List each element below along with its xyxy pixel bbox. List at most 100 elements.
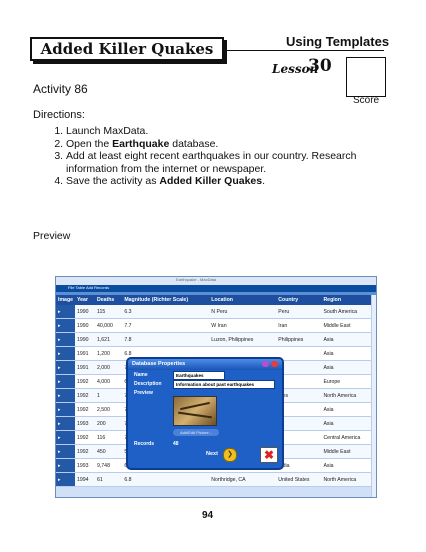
dialog-window-buttons — [262, 361, 278, 367]
grid-column-header: Deaths — [94, 295, 123, 305]
description-field: Information about past earthquakes — [173, 380, 275, 389]
grid-cell: 2,500 — [94, 402, 123, 417]
grid-cell: Northridge, CA — [209, 472, 277, 487]
row-selector: ▸ — [56, 402, 75, 417]
grid-column-header: Image — [56, 295, 75, 305]
row-selector: ▸ — [56, 472, 75, 487]
row-selector: ▸ — [56, 346, 75, 361]
grid-cell: Philippines — [276, 332, 322, 347]
grid-cell: North America — [321, 388, 374, 403]
worksheet-title: Added Killer Quakes — [30, 37, 224, 61]
window-menubar: File Table Add Records — [56, 285, 376, 292]
activity-number: Activity 86 — [33, 82, 88, 96]
grid-cell: Central America — [321, 430, 374, 445]
table-row: ▸ 1990 115 6.3 N Peru Peru South America — [56, 305, 374, 319]
grid-cell: 1993 — [75, 416, 95, 431]
grid-cell: 200 — [94, 416, 123, 431]
earthquake-photo — [173, 396, 217, 426]
grid-cell: 4,000 — [94, 374, 123, 389]
grid-cell: Asia — [321, 332, 374, 347]
grid-column-header: Country — [276, 295, 322, 305]
menu-items: File Table Add Records — [68, 285, 110, 290]
close-icon — [271, 361, 278, 367]
row-selector: ▸ — [56, 388, 75, 403]
score-label: Score — [353, 95, 380, 106]
name-label: Name — [134, 372, 148, 378]
step-2-bold: Earthquake — [112, 137, 170, 150]
grid-cell: Asia — [321, 346, 374, 361]
grid-cell: 1991 — [75, 346, 95, 361]
grid-cell: 115 — [94, 305, 123, 319]
grid-cell: Middle East — [321, 318, 374, 333]
page-number: 94 — [202, 510, 214, 521]
header-rule — [224, 50, 384, 51]
grid-cell: 1992 — [75, 388, 95, 403]
grid-column-header: Region — [321, 295, 374, 305]
grid-cell: Asia — [321, 458, 374, 473]
grid-cell: 1992 — [75, 444, 95, 459]
grid-header-row: Image Year Deaths Magnitude (Richter Scale)… — [56, 295, 374, 305]
grid-cell: Asia — [321, 416, 374, 431]
grid-cell: 1990 — [75, 332, 95, 347]
grid-cell: 7.8 — [122, 332, 210, 347]
database-properties-dialog: Database Properties Name Earthquakes Des… — [126, 357, 284, 470]
grid-cell: 61 — [94, 472, 123, 487]
grid-cell: 1992 — [75, 402, 95, 417]
grid-cell: 1992 — [75, 430, 95, 445]
grid-cell: 116 — [94, 430, 123, 445]
grid-cell: Peru — [276, 305, 322, 319]
row-selector: ▸ — [56, 430, 75, 445]
add-picture-button: Add/Edit Picture... — [173, 429, 219, 436]
grid-cell: Middle East — [321, 444, 374, 459]
grid-cell: 1990 — [75, 318, 95, 333]
cancel-x-icon: ✖ — [260, 447, 278, 463]
grid-cell: South America — [321, 305, 374, 319]
grid-cell: 1991 — [75, 360, 95, 375]
step-2: Open the Earthquake database. — [66, 138, 386, 151]
grid-cell: 1,621 — [94, 332, 123, 347]
row-selector: ▸ — [56, 374, 75, 389]
row-selector: ▸ — [56, 458, 75, 473]
row-selector: ▸ — [56, 318, 75, 333]
grid-cell: 1992 — [75, 374, 95, 389]
vertical-scrollbar — [371, 295, 376, 497]
grid-cell: North America — [321, 472, 374, 487]
row-selector: ▸ — [56, 416, 75, 431]
grid-cell: 1990 — [75, 305, 95, 319]
grid-column-header: Location — [209, 295, 277, 305]
records-label: Records — [134, 441, 155, 447]
window-titlebar: Earthquake - MaxData — [56, 277, 376, 285]
step-4-bold: Added Killer Quakes — [159, 175, 263, 187]
grid-cell: 40,000 — [94, 318, 123, 333]
grid-cell: 1994 — [75, 472, 95, 487]
row-selector: ▸ — [56, 305, 75, 319]
window-title: Earthquake - MaxData — [176, 277, 217, 282]
grid-cell: 2,000 — [94, 360, 123, 375]
grid-cell: Europe — [321, 374, 374, 389]
grid-column-header: Magnitude (Richter Scale) — [122, 295, 210, 305]
minimize-icon — [262, 361, 269, 367]
grid-cell: 1 — [94, 388, 123, 403]
grid-cell: United States — [276, 472, 322, 487]
row-selector: ▸ — [56, 444, 75, 459]
grid-cell: 1,200 — [94, 346, 123, 361]
grid-cell: Iran — [276, 318, 322, 333]
records-count: 48 — [173, 441, 179, 447]
grid-cell: 450 — [94, 444, 123, 459]
preview-label: Preview — [33, 230, 71, 242]
description-label: Description — [134, 381, 162, 387]
grid-cell: 9,748 — [94, 458, 123, 473]
row-selector: ▸ — [56, 332, 75, 347]
steps-list: Launch MaxData. Open the Earthquake data… — [34, 125, 386, 188]
next-label: Next — [206, 451, 218, 457]
table-row: ▸ 1994 61 6.8 Northridge, CA United States Nor… — [56, 472, 374, 487]
lesson-number: 30 — [308, 56, 332, 76]
section-heading: Using Templates — [286, 34, 390, 49]
table-row: ▸ 1990 1,621 7.8 Luzon, Philippines Philippin… — [56, 332, 374, 347]
grid-cell: N Peru — [209, 305, 277, 319]
grid-cell: 1993 — [75, 458, 95, 473]
dialog-title: Database Properties — [128, 359, 282, 370]
step-1: Launch MaxData. — [66, 125, 386, 138]
grid-cell: Asia — [321, 402, 374, 417]
grid-cell: W Iran — [209, 318, 277, 333]
